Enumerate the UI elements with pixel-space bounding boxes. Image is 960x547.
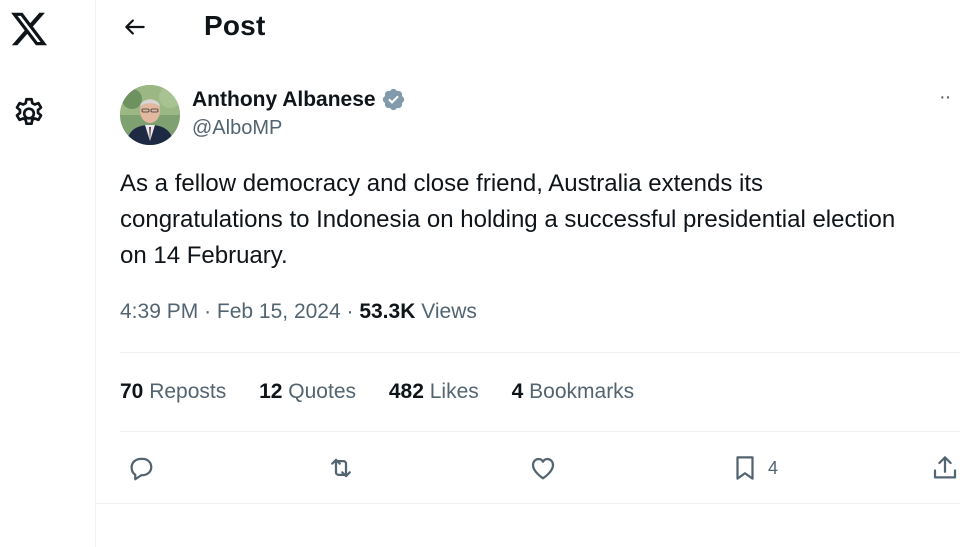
repost-icon bbox=[331, 458, 351, 478]
divider bbox=[120, 431, 960, 432]
bookmarks-label: Bookmarks bbox=[529, 380, 635, 403]
likes-stat[interactable]: 482 Likes bbox=[389, 380, 479, 403]
bookmarks-count: 4 bbox=[511, 380, 524, 403]
meta-separator: · bbox=[346, 300, 360, 323]
quotes-label: Quotes bbox=[288, 380, 357, 403]
post-text: As a fellow democracy and close friend, … bbox=[120, 170, 896, 269]
bookmark-count: 4 bbox=[768, 457, 779, 478]
post-detail: Post Anthony Albanese @AlboMP ·· As a fe… bbox=[96, 0, 960, 547]
likes-count: 482 bbox=[388, 380, 424, 403]
author-handle[interactable]: @AlboMP bbox=[192, 117, 282, 140]
verified-badge-icon[interactable] bbox=[381, 87, 406, 112]
author-name-text: Anthony Albanese bbox=[192, 87, 376, 111]
more-options-icon[interactable]: ·· bbox=[939, 86, 960, 110]
like-button[interactable] bbox=[528, 452, 558, 484]
post-meta: 4:39 PM · Feb 15, 2024 · 53.3K Views bbox=[120, 300, 477, 324]
likes-label: Likes bbox=[429, 380, 479, 403]
x-logo-icon[interactable] bbox=[9, 9, 49, 49]
bookmarks-stat[interactable]: 4 Bookmarks bbox=[512, 380, 635, 403]
bookmark-icon bbox=[736, 456, 754, 480]
page-title: Post bbox=[204, 10, 266, 41]
divider bbox=[120, 352, 960, 353]
views-count: 53.3K bbox=[359, 300, 416, 323]
engagement-stats: 70 Reposts 12 Quotes 482 Likes 4 Bookmar… bbox=[120, 380, 661, 404]
reply-icon bbox=[130, 457, 153, 481]
meta-separator: · bbox=[204, 300, 217, 323]
back-arrow-icon[interactable] bbox=[120, 12, 150, 42]
quotes-stat[interactable]: 12 Quotes bbox=[259, 380, 356, 403]
post-time[interactable]: 4:39 PM bbox=[120, 300, 198, 323]
share-icon bbox=[933, 456, 957, 479]
left-sidebar bbox=[0, 0, 96, 547]
share-button[interactable] bbox=[930, 452, 960, 484]
divider bbox=[96, 503, 960, 504]
bookmark-button[interactable]: 4 bbox=[730, 452, 778, 484]
author-avatar[interactable] bbox=[120, 85, 180, 145]
reposts-count: 70 bbox=[120, 380, 144, 403]
quotes-count: 12 bbox=[259, 380, 283, 403]
reply-button[interactable] bbox=[126, 452, 156, 484]
views-label: Views bbox=[421, 300, 477, 323]
post-date[interactable]: Feb 15, 2024 bbox=[217, 300, 341, 323]
author-name[interactable]: Anthony Albanese bbox=[192, 87, 406, 112]
heart-icon bbox=[531, 457, 555, 480]
reposts-label: Reposts bbox=[149, 380, 227, 403]
reposts-stat[interactable]: 70 Reposts bbox=[120, 380, 226, 403]
settings-gear-icon[interactable] bbox=[11, 94, 47, 130]
repost-button[interactable] bbox=[326, 452, 356, 484]
